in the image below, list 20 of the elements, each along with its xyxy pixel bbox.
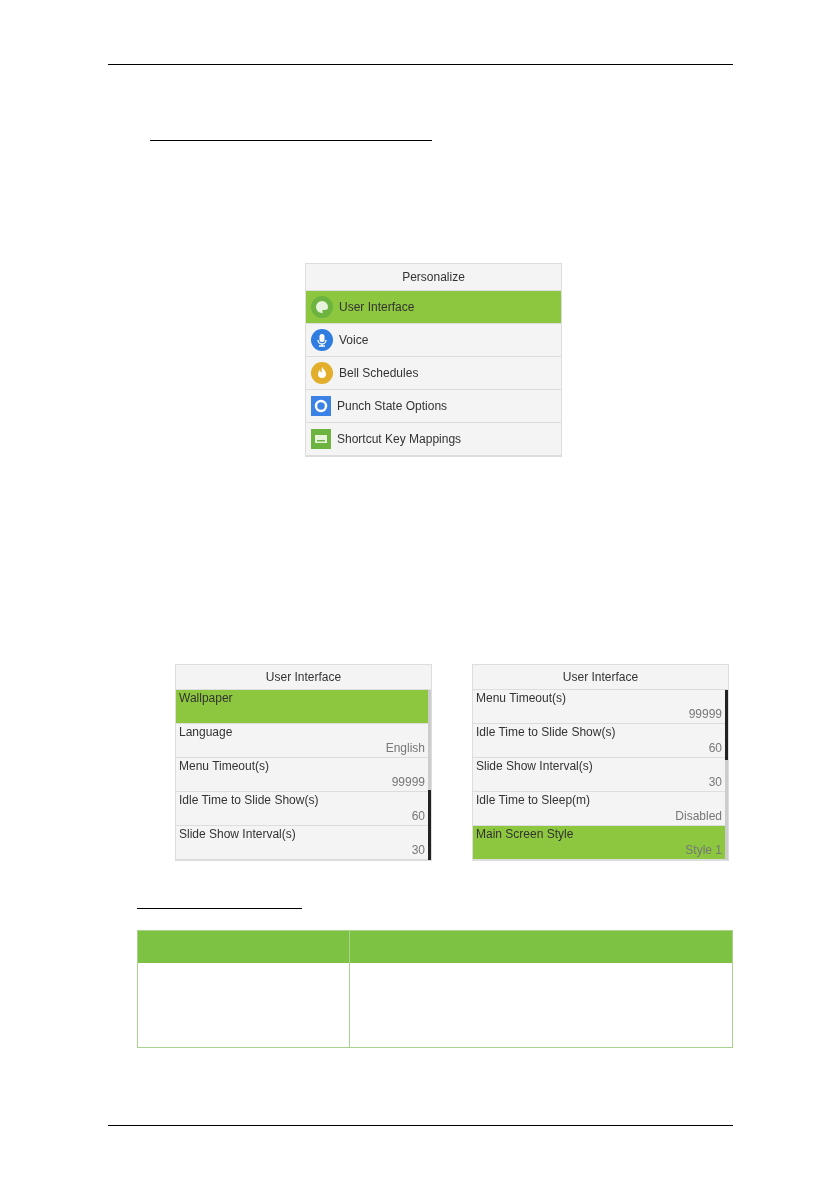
settings-row[interactable]: Menu Timeout(s) 99999: [176, 758, 428, 792]
scrollbar[interactable]: [725, 690, 728, 860]
menu-item[interactable]: User Interface: [306, 291, 561, 324]
settings-row[interactable]: Language English: [176, 724, 428, 758]
settings-row[interactable]: Slide Show Interval(s) 30: [473, 758, 725, 792]
keyboard-icon: [311, 429, 331, 449]
scroll-thumb[interactable]: [725, 690, 728, 760]
microphone-icon: [311, 329, 333, 351]
settings-row[interactable]: Idle Time to Slide Show(s) 60: [176, 792, 428, 826]
settings-row[interactable]: Main Screen Style Style 1: [473, 826, 725, 860]
scroll-thumb[interactable]: [428, 790, 431, 860]
settings-row[interactable]: Idle Time to Sleep(m) Disabled: [473, 792, 725, 826]
settings-row[interactable]: Slide Show Interval(s) 30: [176, 826, 428, 860]
scrollbar[interactable]: [428, 690, 431, 860]
settings-row[interactable]: Idle Time to Slide Show(s) 60: [473, 724, 725, 758]
refresh-icon: [311, 396, 331, 416]
flame-icon: [311, 362, 333, 384]
palette-icon: [311, 296, 333, 318]
settings-row[interactable]: Menu Timeout(s) 99999: [473, 690, 725, 724]
settings-row[interactable]: Wallpaper: [176, 690, 428, 724]
